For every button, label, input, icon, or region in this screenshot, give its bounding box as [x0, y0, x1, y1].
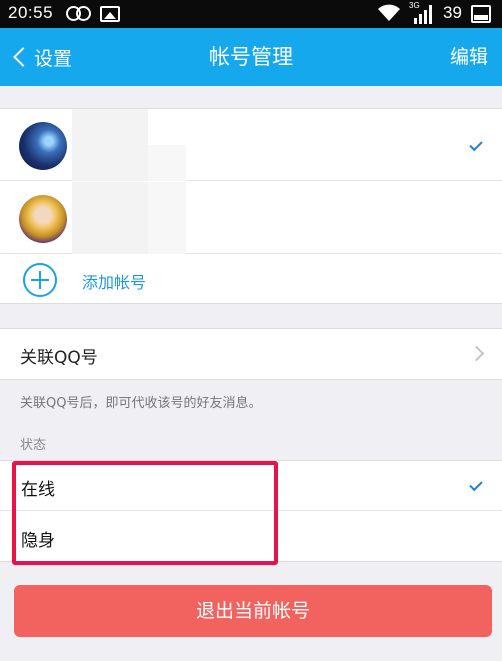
blurred-account-name — [72, 182, 148, 254]
status-section-header: 状态 — [20, 438, 47, 453]
avatar — [19, 195, 67, 243]
battery-percent: 39 — [443, 3, 462, 22]
back-label: 设置 — [34, 47, 73, 70]
link-qq-label: 关联QQ号 — [20, 348, 98, 368]
blurred-account-name — [72, 109, 148, 181]
status-option-label: 在线 — [21, 480, 55, 500]
account-row[interactable] — [0, 182, 502, 254]
add-account-label: 添加帐号 — [82, 273, 147, 292]
edit-button[interactable]: 编辑 — [450, 28, 488, 86]
link-qq-row[interactable]: 关联QQ号 — [0, 328, 502, 380]
status-option-invisible[interactable]: 隐身 — [0, 512, 502, 562]
avatar — [19, 122, 67, 170]
blurred-account-detail — [148, 182, 186, 254]
presence-list: 在线 隐身 — [0, 460, 502, 562]
logout-button[interactable]: 退出当前帐号 — [14, 585, 492, 637]
battery-icon — [471, 5, 491, 23]
blurred-account-detail — [148, 145, 186, 181]
account-list: 添加帐号 — [0, 108, 502, 304]
add-account-button[interactable]: 添加帐号 — [0, 255, 502, 305]
status-bar: 20:55 3G 39 — [0, 0, 502, 28]
status-time: 20:55 — [8, 3, 54, 22]
signal-icon — [414, 5, 432, 24]
account-row[interactable] — [0, 109, 502, 181]
selected-check-icon — [469, 137, 483, 152]
status-option-online[interactable]: 在线 — [0, 461, 502, 511]
nav-bar: 设置 帐号管理 编辑 — [0, 28, 502, 86]
image-icon — [100, 6, 120, 22]
selected-check-icon — [469, 477, 483, 492]
wifi-icon — [378, 4, 400, 21]
link-qq-hint: 关联QQ号后，即可代收该号的好友消息。 — [20, 396, 262, 411]
plus-circle-icon — [23, 263, 57, 297]
page-title: 帐号管理 — [209, 45, 293, 69]
chevron-left-icon — [13, 47, 33, 67]
circles-icon — [66, 6, 92, 22]
status-option-label: 隐身 — [21, 531, 55, 551]
back-button[interactable]: 设置 — [10, 28, 72, 86]
chevron-right-icon — [468, 345, 485, 362]
